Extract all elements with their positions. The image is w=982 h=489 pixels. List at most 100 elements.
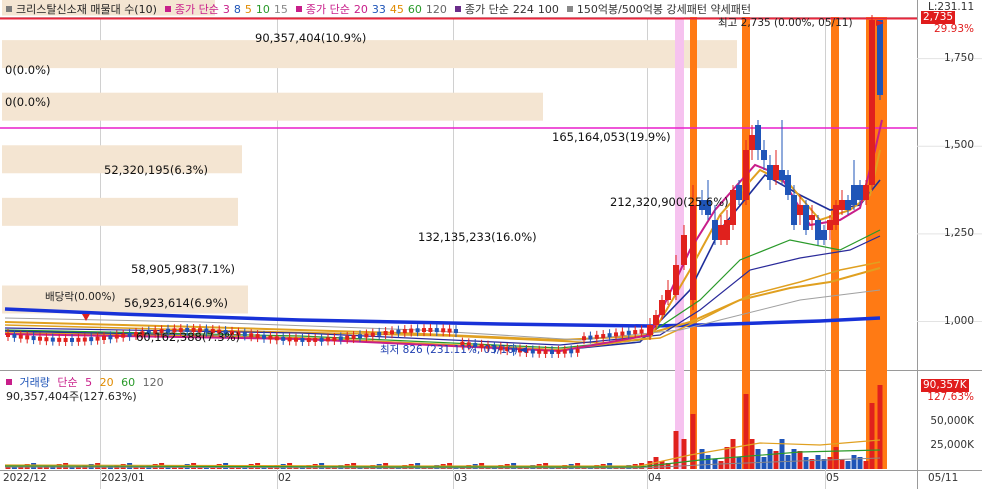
candle-body [537,349,542,354]
candle-body [749,135,755,150]
candle-body [767,165,773,180]
candle-body [390,330,394,335]
candle-body [673,265,679,295]
candle-body [409,328,414,333]
volume-profile-label: 52,320,195(6.3%) [104,163,208,177]
date-tick-label: 02 [278,472,292,484]
candle-body [63,337,68,342]
ma-period-3: 3 [222,2,230,16]
candle-body [38,336,42,341]
candle-body [569,349,574,354]
ma-period-224: 224 [512,2,534,16]
candle-body [454,329,458,334]
ma-period-100: 100 [537,2,559,16]
candle-body [6,333,10,337]
ma-period-45: 45 [389,2,404,16]
volume-bar [699,449,705,469]
volume-profile-label: 56,923,614(6.9%) [124,296,228,310]
stock-chart[interactable]: 90,357,404(10.9%) 0(0.0%) 0(0.0%) 165,164,0… [0,0,982,489]
date-tick-label: 03 [454,472,468,484]
candle-body [447,328,452,333]
volume-bar [845,461,851,469]
candle-body [114,334,119,339]
candle-body [255,334,260,339]
volume-bar [803,457,809,469]
candle-body [779,170,785,180]
volume-tick-label: 50,000K [930,415,974,427]
candle-body [803,205,809,230]
volume-bar [705,455,711,469]
ma-period-33: 33 [371,2,386,16]
legend-square-icon [164,5,171,12]
volume-profile-bar [2,197,238,226]
candle-body [57,337,62,342]
price-tick-label: 1,250 [943,226,974,239]
last-price-pct: 29.93% [933,23,974,35]
candle-body [268,335,273,340]
dividend-annotation: 배당락(0.00%) [45,291,116,303]
candle-body [108,335,113,340]
candle-body [833,205,839,225]
candle-body [89,337,94,342]
chart-legend: 크리스탈신소재 매물대 수(10) 종가 단순 3 8 5 10 15 종가 단… [2,1,755,17]
volume-profile-label: 165,164,053(19.9%) [552,130,671,144]
candle-body [44,337,49,342]
candle-body [718,225,724,240]
volume-bar [730,439,736,469]
volume-bar [851,455,857,469]
volume-bar [839,459,845,469]
candle-body [791,195,797,225]
volume-bar [797,451,803,469]
candle-body [743,150,749,200]
candle-body [249,333,254,338]
volume-profile-bar [2,92,543,121]
candle-body [659,300,665,315]
x-axis-end-date: 05/11 [928,472,959,484]
candle-body [594,334,599,339]
legend-square-icon [6,379,12,385]
candle-body [607,333,612,338]
candle-body [12,333,17,338]
candle-body [121,333,126,338]
price-tick-label: 1,500 [943,139,974,152]
candle-body [102,335,106,340]
candle-body [550,349,554,354]
volume-profile-label: 132,135,233(16.0%) [418,230,537,244]
candle-body [76,337,81,342]
candle-body [338,336,343,341]
candle-body [422,328,426,333]
volume-bar [869,403,875,469]
ma-period-10: 10 [255,2,270,16]
volume-bar [681,439,687,469]
candle-body [358,334,362,339]
candle-body [815,220,821,240]
ma-period-15: 15 [273,2,288,16]
volume-profile-label: 90,357,404(10.9%) [255,31,366,45]
min-price-annotation: 최저 826 (231.11%, 03/16) [380,344,518,356]
candle-body [681,235,687,265]
volume-tick-label: 25,000K [930,439,974,451]
candle-body [724,220,730,240]
candle-body [543,349,548,354]
candle-body [736,185,742,200]
pattern-band-orange [831,17,839,469]
candle-body [809,215,815,220]
volume-profile-label: 212,320,900(25.6%) [610,195,729,209]
volume-profile-label: 0(0.0%) [5,63,51,77]
candle-body [306,337,311,342]
candle-body [313,337,318,342]
vol-ma-120: 120 [142,376,164,389]
candle-body [281,336,286,341]
candle-body [712,220,718,240]
candle-body [95,336,100,341]
candle-body [434,328,439,333]
ma-short-label: 종가 단순 [174,3,219,16]
date-tick-label: 2023/01 [101,472,145,484]
candle-body [351,335,356,340]
candle-body [127,332,132,337]
candle-body [665,290,671,300]
volume-bar [718,461,724,469]
candle-body [377,331,382,336]
candle-body [287,337,292,342]
candle-body [294,337,298,342]
